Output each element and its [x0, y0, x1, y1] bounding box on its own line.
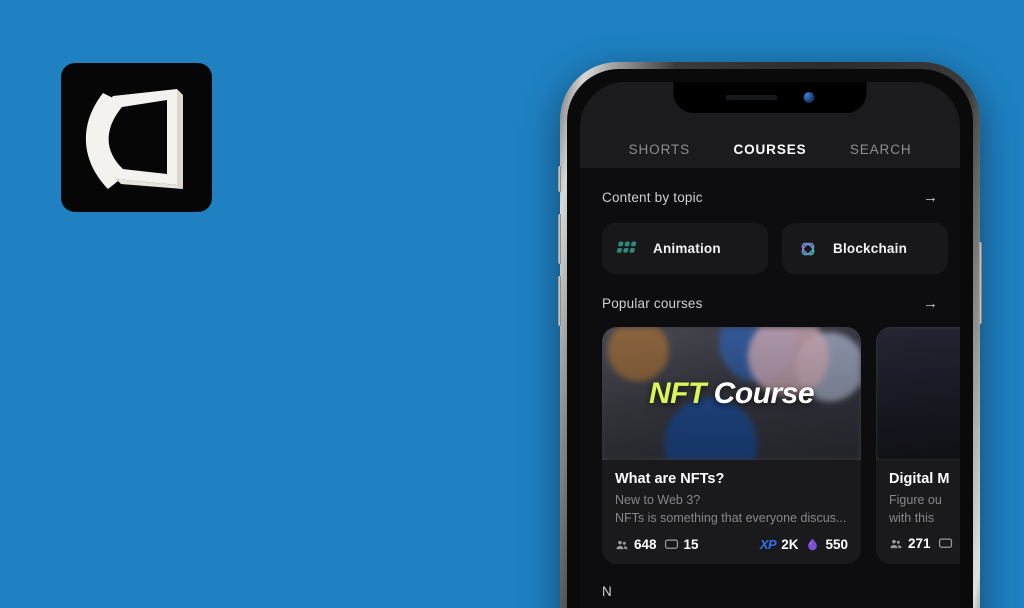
course-title: Digital M: [889, 471, 950, 487]
arrow-right-icon[interactable]: →: [923, 296, 938, 311]
front-camera-icon: [803, 92, 815, 103]
comment-icon: [664, 539, 678, 550]
topic-chip-blockchain[interactable]: Blockchain: [782, 223, 948, 274]
thumbnail-title-plain: Course: [713, 376, 815, 410]
power-button[interactable]: [979, 242, 982, 324]
thumbnail-title: NFT Course: [602, 377, 861, 411]
stat-gems: 550: [805, 536, 848, 553]
course-thumbnail: NFT Course: [602, 327, 861, 460]
section-title-popular-courses: Popular courses: [602, 296, 703, 311]
course-card-body: Digital M Figure ou with this: [876, 460, 960, 527]
stat-learners: 648: [615, 537, 657, 552]
stat-comments: 15: [664, 537, 699, 552]
thumbnail-title: M: [876, 377, 960, 411]
stat-xp: XP 2K: [760, 537, 799, 552]
section-title-content-by-topic: Content by topic: [602, 190, 703, 205]
course-subtitle: Figure ou: [889, 493, 942, 507]
app-logo-tile: [61, 63, 212, 212]
app-logo-mark: [85, 89, 183, 189]
thumbnail-title-accent: NFT: [648, 376, 706, 410]
phone-screen: SHORTS COURSES SEARCH Content by topic →: [580, 82, 960, 608]
stat-gems-value: 550: [825, 537, 848, 553]
volume-down-button[interactable]: [558, 276, 561, 326]
topic-chip-list: Animation Blockchain: [580, 205, 960, 274]
volume-up-button[interactable]: [558, 214, 561, 264]
stat-comments: [938, 536, 953, 551]
topic-chip-label: Blockchain: [833, 241, 908, 256]
tab-courses[interactable]: COURSES: [715, 142, 826, 157]
course-stats: 271: [876, 527, 960, 562]
topic-chip-animation[interactable]: Animation: [602, 223, 768, 274]
course-card-body: What are NFTs? New to Web 3? NFTs is som…: [602, 460, 861, 527]
course-description: with this: [889, 511, 935, 526]
section-header-content-by-topic: Content by topic →: [580, 168, 960, 205]
stat-learners: 271: [889, 536, 931, 551]
course-card-list: NFT Course What are NFTs? New to Web 3? …: [580, 311, 960, 565]
phone-bezel: SHORTS COURSES SEARCH Content by topic →: [567, 69, 973, 608]
course-title: What are NFTs?: [615, 471, 725, 487]
xp-badge-icon: XP: [759, 537, 777, 553]
stat-learners-value: 648: [634, 537, 657, 553]
people-icon: [616, 540, 628, 549]
arrow-right-icon[interactable]: →: [923, 190, 938, 205]
people-icon: [890, 539, 902, 548]
topic-chip-label: Animation: [653, 241, 721, 256]
course-thumbnail: M: [876, 327, 960, 460]
notch: [673, 82, 867, 113]
next-section-label: N: [602, 584, 612, 600]
clapperboard-icon: [617, 241, 637, 253]
stat-learners-value: 271: [908, 536, 931, 552]
course-card[interactable]: M Digital M Figure ou with this: [876, 327, 960, 565]
earpiece-speaker: [725, 95, 778, 100]
stat-xp-value: 2K: [781, 537, 799, 553]
linked-loops-icon: [801, 242, 815, 255]
tab-search[interactable]: SEARCH: [825, 142, 936, 157]
screen-content: Content by topic → Animation Blockchain …: [580, 168, 960, 608]
phone-mockup: SHORTS COURSES SEARCH Content by topic →: [558, 62, 982, 608]
mute-switch[interactable]: [558, 166, 561, 192]
droplet-icon: [808, 538, 818, 551]
course-stats: 648 15 XP 2K 550: [602, 527, 861, 564]
course-card[interactable]: NFT Course What are NFTs? New to Web 3? …: [602, 327, 861, 565]
section-header-popular-courses: Popular courses →: [580, 274, 960, 311]
course-subtitle: New to Web 3?: [615, 493, 701, 507]
stat-comments-value: 15: [683, 537, 699, 553]
tab-shorts[interactable]: SHORTS: [604, 142, 715, 157]
comment-icon: [938, 538, 952, 549]
course-description: NFTs is something that everyone discus..…: [615, 511, 847, 526]
